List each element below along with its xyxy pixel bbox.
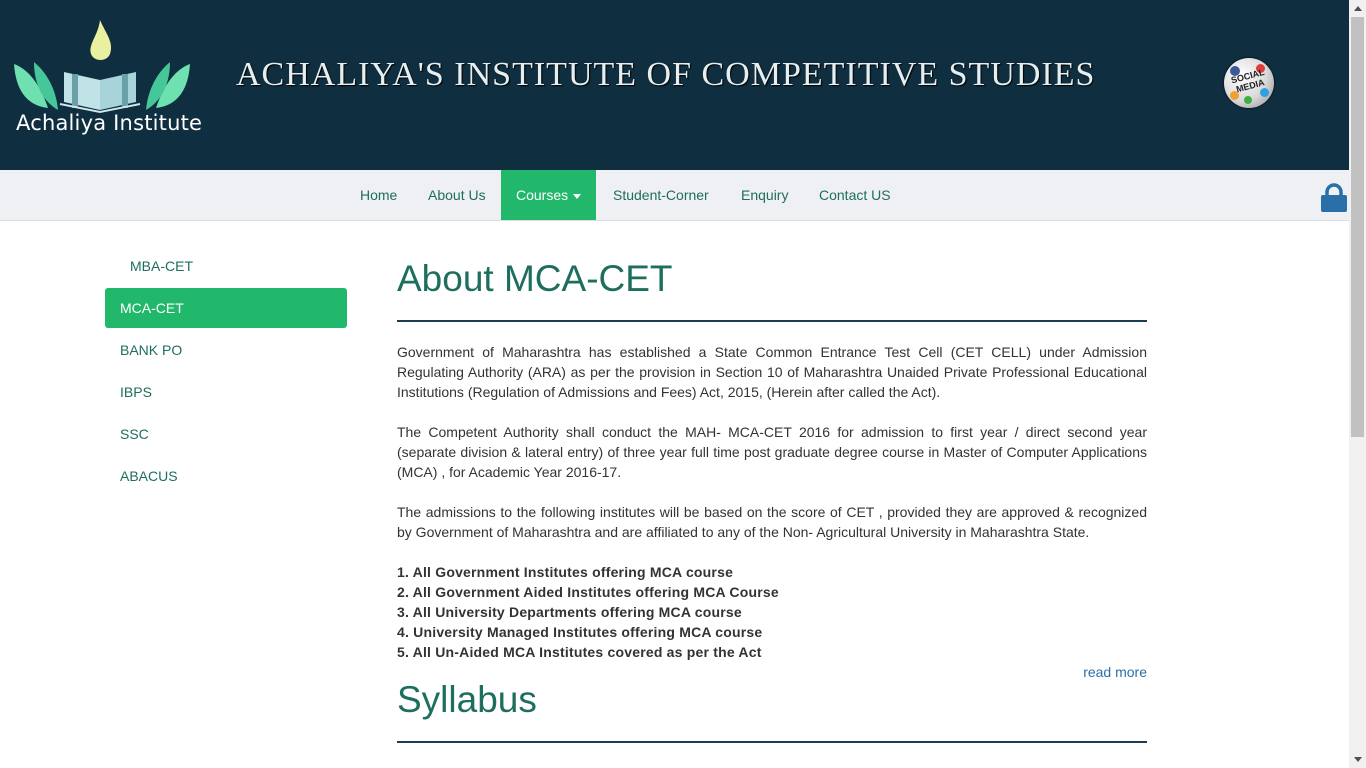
nav-courses[interactable]: Courses	[501, 170, 597, 220]
sidebar-item-mba-cet[interactable]: MBA-CET	[105, 246, 347, 286]
list-item: 2. All Government Aided Institutes offer…	[397, 584, 779, 600]
syllabus-title: Syllabus	[397, 679, 537, 720]
site-header: Achaliya Institute Achaliya's Institute …	[0, 0, 1349, 170]
list-item: 3. All University Departments offering M…	[397, 604, 742, 620]
main-navbar: Home About Us Courses Student-Corner Enq…	[0, 170, 1349, 221]
about-paragraph-2: The Competent Authority shall conduct th…	[397, 424, 1147, 480]
list-item: 1. All Government Institutes offering MC…	[397, 564, 734, 580]
social-media-globe-icon[interactable]: SOCIAL MEDIA	[1224, 58, 1274, 108]
sidebar-item-ssc[interactable]: SSC	[105, 414, 347, 454]
lock-icon[interactable]	[1320, 183, 1348, 213]
read-more-link[interactable]: read more	[1060, 662, 1147, 682]
sidebar-item-ibps[interactable]: IBPS	[105, 372, 347, 412]
site-title: Achaliya's Institute of Competitive Stud…	[236, 56, 1096, 93]
nav-student-corner[interactable]: Student-Corner	[598, 170, 724, 220]
sidebar-item-abacus[interactable]: ABACUS	[105, 456, 347, 496]
nav-contact-us[interactable]: Contact US	[804, 170, 906, 220]
syllabus-divider	[397, 741, 1147, 743]
title-divider	[397, 320, 1147, 322]
list-item: 5. All Un-Aided MCA Institutes covered a…	[397, 644, 762, 660]
sidebar-item-bank-po[interactable]: BANK PO	[105, 330, 347, 370]
chevron-down-icon	[573, 193, 582, 199]
about-paragraph-1: Government of Maharashtra has establishe…	[397, 344, 1147, 400]
list-item: 4. University Managed Institutes offerin…	[397, 624, 763, 640]
about-paragraph-3: The admissions to the following institut…	[397, 504, 1147, 540]
page-title: About MCA-CET	[397, 258, 673, 299]
logo-text: Achaliya Institute	[16, 111, 203, 135]
nav-enquiry[interactable]: Enquiry	[726, 170, 803, 220]
nav-home[interactable]: Home	[345, 170, 412, 220]
scroll-up-arrow-icon[interactable]	[1349, 0, 1366, 17]
scroll-down-arrow-icon[interactable]	[1349, 751, 1366, 768]
scrollbar-thumb[interactable]	[1351, 17, 1364, 437]
page-scrollbar[interactable]	[1349, 0, 1366, 768]
nav-courses-label: Courses	[516, 187, 569, 203]
sidebar-item-mca-cet[interactable]: MCA-CET	[105, 288, 347, 328]
nav-about-us[interactable]: About Us	[413, 170, 501, 220]
